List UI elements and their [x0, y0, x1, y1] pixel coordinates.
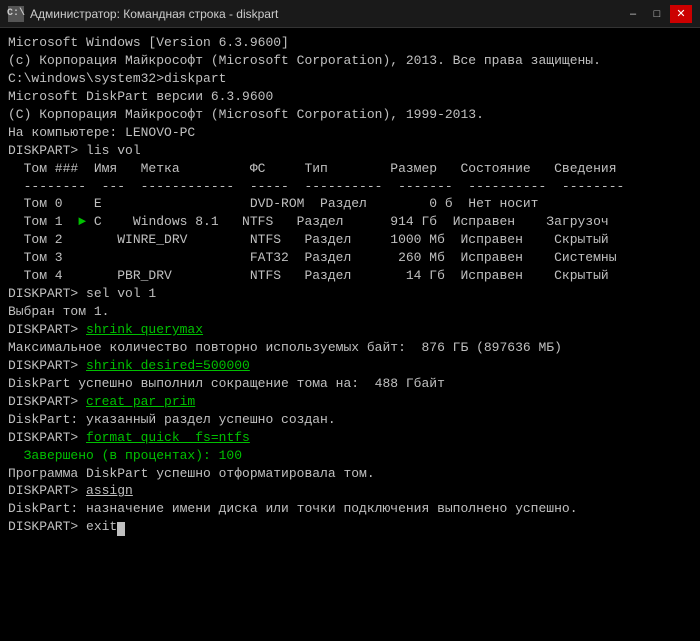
console-line: DISKPART> sel vol 1 — [8, 285, 692, 303]
window-title: Администратор: Командная строка - diskpa… — [30, 7, 278, 21]
console-line: DISKPART> lis vol — [8, 142, 692, 160]
console-line: DiskPart: назначение имени диска или точ… — [8, 500, 692, 518]
window: C:\ Администратор: Командная строка - di… — [0, 0, 700, 641]
console-line: Том 4 PBR_DRV NTFS Раздел 14 Гб Исправен… — [8, 267, 692, 285]
console-line: C:\windows\system32>diskpart — [8, 70, 692, 88]
console-line: (c) Корпорация Майкрософт (Microsoft Cor… — [8, 52, 692, 70]
console-line: Том 2 WINRE_DRV NTFS Раздел 1000 Мб Испр… — [8, 231, 692, 249]
console-line: DISKPART> shrink desired=500000 — [8, 357, 692, 375]
console-line: -------- --- ------------ ----- --------… — [8, 178, 692, 196]
close-button[interactable]: ✕ — [670, 5, 692, 23]
console-line: DISKPART> format quick fs=ntfs — [8, 429, 692, 447]
console-line: DISKPART> exit — [8, 518, 692, 536]
minimize-button[interactable]: – — [622, 5, 644, 23]
console-line: Выбран том 1. — [8, 303, 692, 321]
console-line: (C) Корпорация Майкрософт (Microsoft Cor… — [8, 106, 692, 124]
console-line: DISKPART> shrink querymax — [8, 321, 692, 339]
console-line: На компьютере: LENOVO-PC — [8, 124, 692, 142]
title-bar: C:\ Администратор: Командная строка - di… — [0, 0, 700, 28]
cmd-icon: C:\ — [8, 6, 24, 22]
console-line: DiskPart успешно выполнил сокращение том… — [8, 375, 692, 393]
title-bar-controls: – □ ✕ — [622, 5, 692, 23]
console-line: DISKPART> creat par prim — [8, 393, 692, 411]
console-line: DISKPART> assign — [8, 482, 692, 500]
console-line: Завершено (в процентах): 100 — [8, 447, 692, 465]
console-line: Том ### Имя Метка ФС Тип Размер Состояни… — [8, 160, 692, 178]
console-line: DiskPart: указанный раздел успешно созда… — [8, 411, 692, 429]
console-output: Microsoft Windows [Version 6.3.9600](c) … — [0, 28, 700, 641]
console-line: Том 3 FAT32 Раздел 260 Мб Исправен Систе… — [8, 249, 692, 267]
maximize-button[interactable]: □ — [646, 5, 668, 23]
console-line: Максимальное количество повторно использ… — [8, 339, 692, 357]
console-line: Том 1 ► C Windows 8.1 NTFS Раздел 914 Гб… — [8, 213, 692, 231]
cursor-blink — [117, 522, 125, 536]
console-line: Том 0 E DVD-ROM Раздел 0 б Нет носит — [8, 195, 692, 213]
console-line: Программа DiskPart успешно отформатирова… — [8, 465, 692, 483]
console-line: Microsoft DiskPart версии 6.3.9600 — [8, 88, 692, 106]
title-bar-left: C:\ Администратор: Командная строка - di… — [8, 6, 278, 22]
console-line: Microsoft Windows [Version 6.3.9600] — [8, 34, 692, 52]
